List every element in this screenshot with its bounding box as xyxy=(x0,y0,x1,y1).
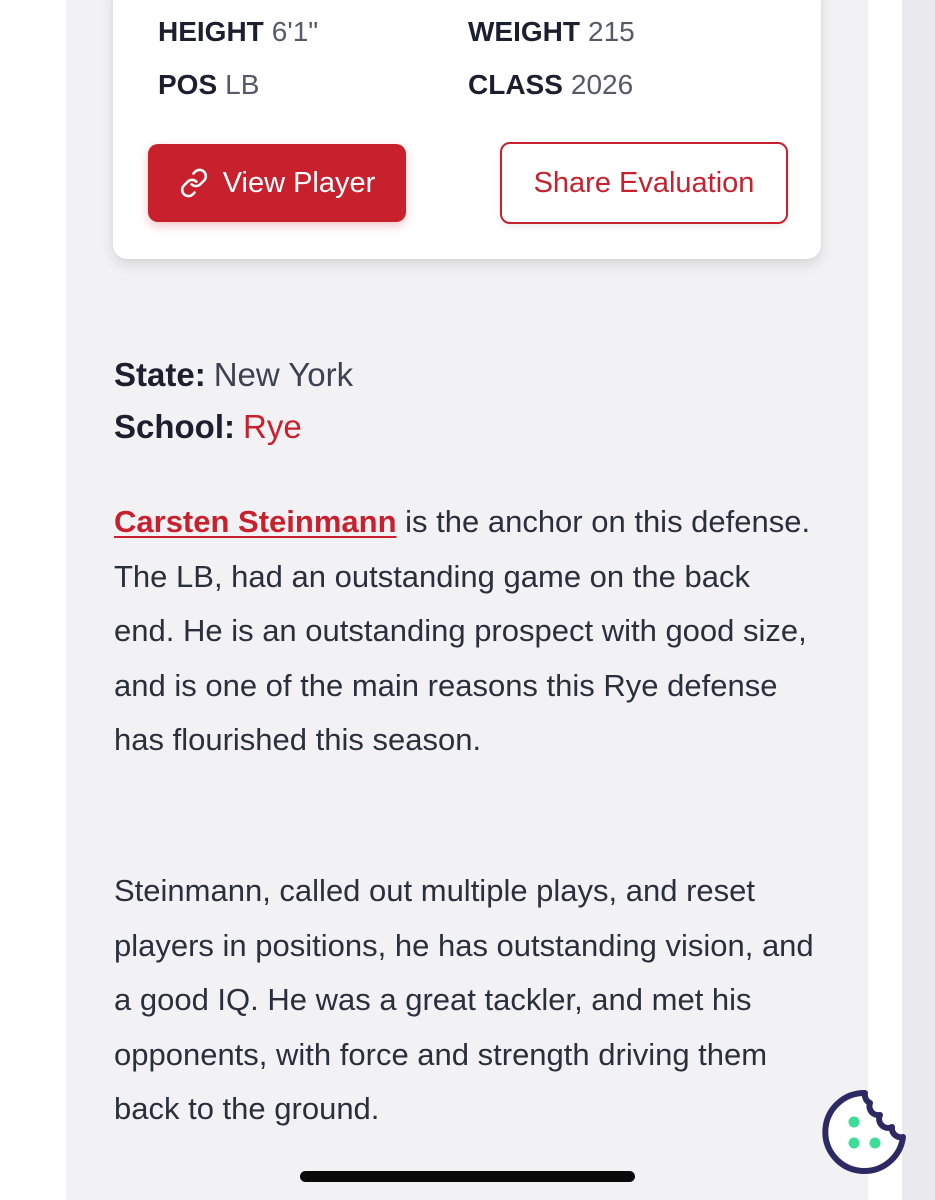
cookie-settings-button[interactable] xyxy=(818,1085,912,1179)
left-gutter xyxy=(0,0,66,1200)
player-name-link[interactable]: Carsten Steinmann xyxy=(114,504,397,539)
share-evaluation-label: Share Evaluation xyxy=(533,166,755,199)
cookie-icon xyxy=(822,1089,906,1174)
school-link[interactable]: Rye xyxy=(243,408,302,445)
height-label: HEIGHT xyxy=(158,16,264,47)
school-label: School: xyxy=(114,408,235,445)
article-paragraph-2: Steinmann, called out multiple plays, an… xyxy=(114,873,814,1126)
state-label: State: xyxy=(114,356,206,393)
class-label: CLASS xyxy=(468,69,563,100)
pos-label: POS xyxy=(158,69,218,100)
view-player-label: View Player xyxy=(222,166,376,199)
state-value: New York xyxy=(213,356,354,393)
class-value: 2026 xyxy=(570,69,634,100)
weight-value: 215 xyxy=(588,16,635,47)
home-indicator xyxy=(300,1171,635,1182)
weight-stat: WEIGHT 215 xyxy=(468,16,635,48)
weight-label: WEIGHT xyxy=(468,16,580,47)
share-evaluation-button[interactable]: Share Evaluation xyxy=(500,142,788,224)
right-gutter xyxy=(868,0,902,1200)
pos-stat: POS LB xyxy=(158,69,259,101)
class-stat: CLASS 2026 xyxy=(468,69,633,101)
page: HEIGHT 6'1" WEIGHT 215 POS LB CLASS 2026 Vie… xyxy=(0,0,935,1200)
player-card: HEIGHT 6'1" WEIGHT 215 POS LB CLASS 2026 Vie… xyxy=(113,0,821,259)
paragraph-1-text: is the anchor on this defense. The LB, h… xyxy=(114,504,811,757)
school-line: School: Rye xyxy=(114,408,302,446)
height-stat: HEIGHT 6'1" xyxy=(158,16,318,48)
article-paragraph-1: Carsten Steinmann is the anchor on this … xyxy=(114,495,814,768)
view-player-button[interactable]: View Player xyxy=(148,144,406,222)
state-line: State: New York xyxy=(114,356,353,394)
pos-value: LB xyxy=(225,69,260,100)
article-content: HEIGHT 6'1" WEIGHT 215 POS LB CLASS 2026 Vie… xyxy=(66,0,868,1200)
height-value: 6'1" xyxy=(271,16,319,47)
link-icon xyxy=(179,168,209,198)
